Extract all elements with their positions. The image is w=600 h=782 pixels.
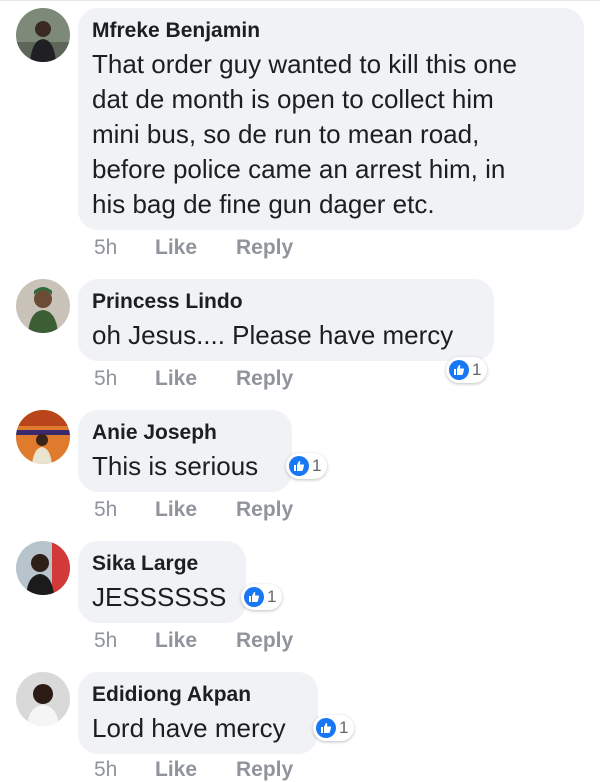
thumbs-up-icon xyxy=(244,587,264,607)
comment-text-line: oh Jesus.... Please have mercy xyxy=(92,320,454,350)
like-button[interactable]: Like xyxy=(155,758,197,782)
comment-text-line: JESSSSSS xyxy=(92,582,227,612)
reply-button[interactable]: Reply xyxy=(236,498,293,522)
comment-author[interactable]: Princess Lindo xyxy=(92,289,480,315)
thumbs-up-icon xyxy=(316,718,336,738)
like-button[interactable]: Like xyxy=(155,629,197,653)
avatar[interactable] xyxy=(16,8,70,62)
comment-timestamp[interactable]: 5h xyxy=(94,367,117,391)
comment-author[interactable]: Anie Joseph xyxy=(92,420,278,446)
comment-bubble: Princess Lindo oh Jesus.... Please have … xyxy=(78,279,494,361)
comment-timestamp[interactable]: 5h xyxy=(94,236,117,260)
avatar[interactable] xyxy=(16,279,70,333)
comment-text-line: before police came an arrest him, in xyxy=(92,154,506,184)
thumbs-up-icon xyxy=(289,456,309,476)
reaction-count[interactable]: 1 xyxy=(313,715,355,741)
like-button[interactable]: Like xyxy=(155,498,197,522)
comment-timestamp[interactable]: 5h xyxy=(94,629,117,653)
comment-author[interactable]: Mfreke Benjamin xyxy=(92,18,570,44)
reaction-count[interactable]: 1 xyxy=(446,357,488,383)
reaction-count[interactable]: 1 xyxy=(286,453,328,479)
comment-text: That order guy wanted to kill this one d… xyxy=(92,47,570,222)
comment-author[interactable]: Edidiong Akpan xyxy=(92,682,304,708)
comment-text: oh Jesus.... Please have mercy xyxy=(92,318,480,353)
comment-bubble: Edidiong Akpan Lord have mercy xyxy=(78,672,318,754)
comment-text-line: That order guy wanted to kill this one xyxy=(92,49,517,79)
reaction-count-value: 1 xyxy=(267,587,277,606)
avatar[interactable] xyxy=(16,410,70,464)
reply-button[interactable]: Reply xyxy=(236,236,293,260)
comment-timestamp[interactable]: 5h xyxy=(94,498,117,522)
reply-button[interactable]: Reply xyxy=(236,758,293,782)
like-button[interactable]: Like xyxy=(155,367,197,391)
comment-text-line: Lord have mercy xyxy=(92,713,286,743)
comment-author[interactable]: Sika Large xyxy=(92,551,232,577)
comment-bubble: Sika Large JESSSSSS xyxy=(78,541,246,623)
reaction-count-value: 1 xyxy=(472,360,482,379)
comment-bubble: Mfreke Benjamin That order guy wanted to… xyxy=(78,8,584,230)
reply-button[interactable]: Reply xyxy=(236,629,293,653)
reaction-count[interactable]: 1 xyxy=(241,584,283,610)
avatar[interactable] xyxy=(16,541,70,595)
reply-button[interactable]: Reply xyxy=(236,367,293,391)
comment-bubble: Anie Joseph This is serious xyxy=(78,410,292,492)
comment-text-line: dat de month is open to collect him xyxy=(92,84,494,114)
comment-text-line: his bag de fine gun dager etc. xyxy=(92,189,435,219)
comment-text-line: This is serious xyxy=(92,451,259,481)
comment-timestamp[interactable]: 5h xyxy=(94,758,117,782)
top-divider xyxy=(0,0,600,1)
like-button[interactable]: Like xyxy=(155,236,197,260)
reaction-count-value: 1 xyxy=(312,456,322,475)
comment-text: JESSSSSS xyxy=(92,580,232,615)
avatar[interactable] xyxy=(16,672,70,726)
reaction-count-value: 1 xyxy=(339,718,349,737)
comment-text: Lord have mercy xyxy=(92,711,304,746)
thumbs-up-icon xyxy=(449,360,469,380)
comment-text-line: mini bus, so de run to mean road, xyxy=(92,119,480,149)
comment-text: This is serious xyxy=(92,449,278,484)
